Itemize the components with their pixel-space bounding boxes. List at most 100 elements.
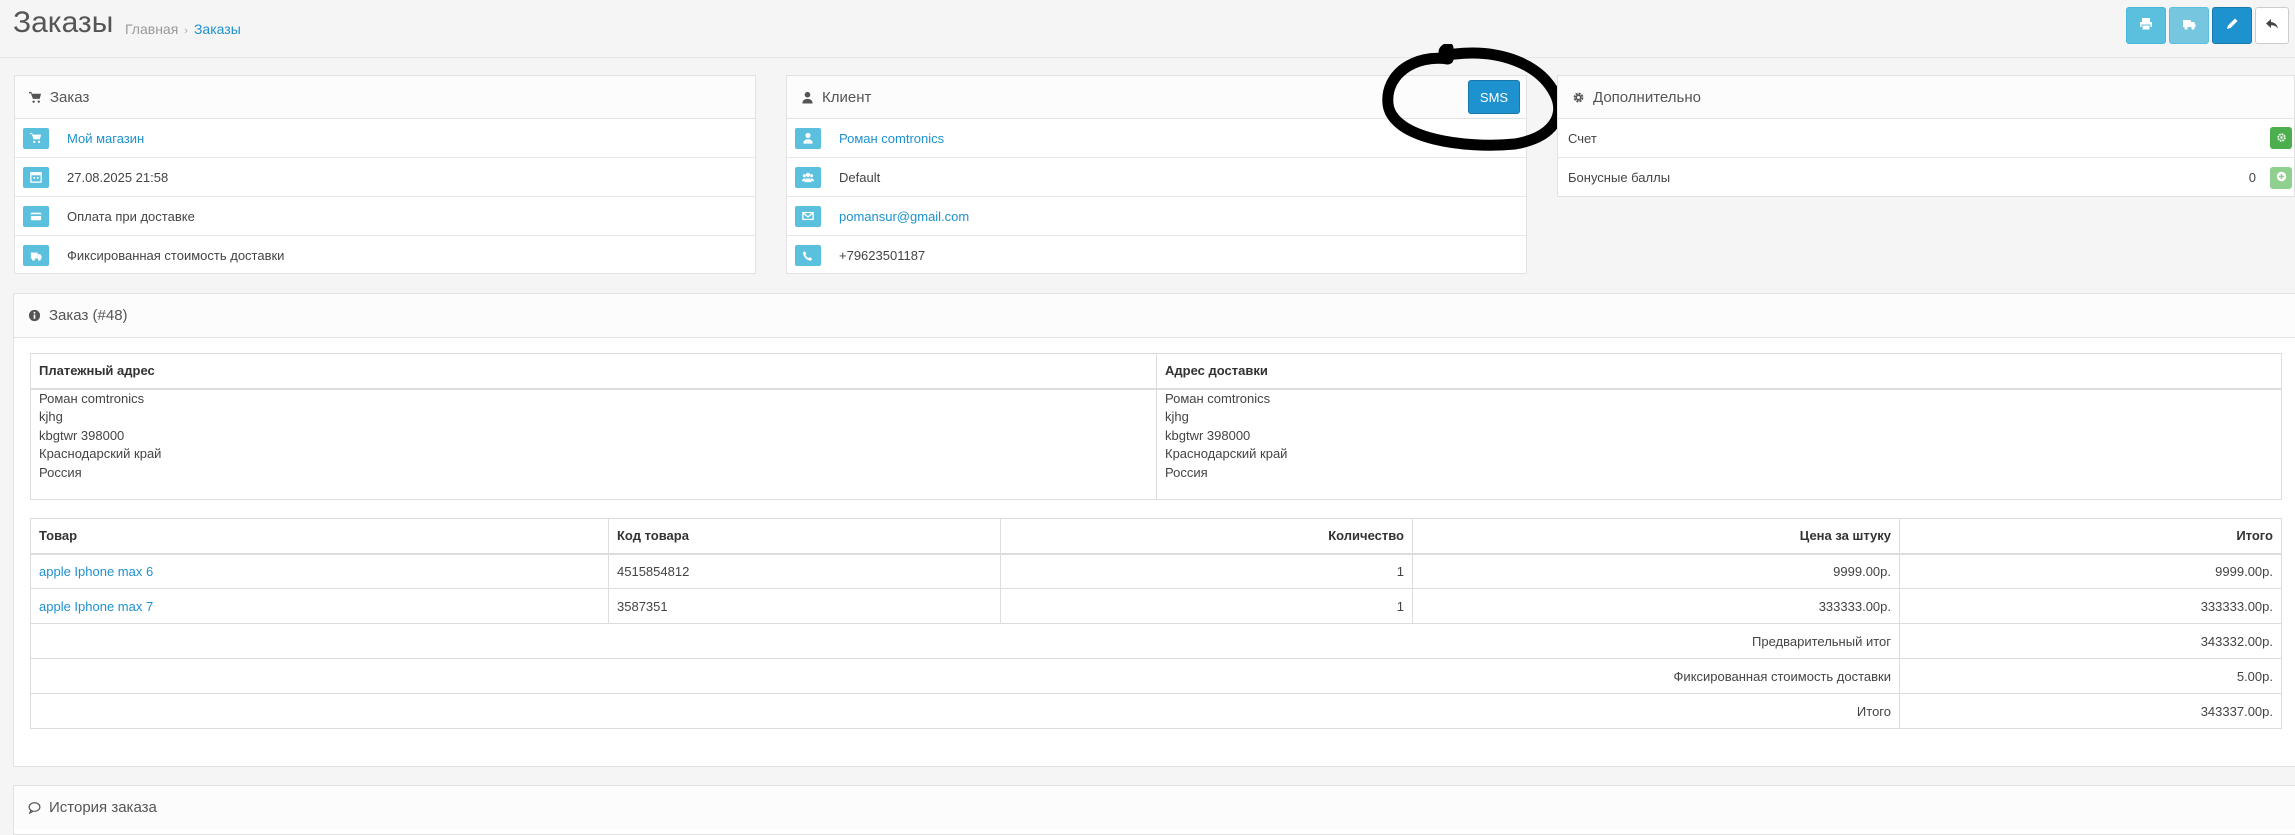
bonus-points-label: Бонусные баллы xyxy=(1568,170,1671,185)
bonus-points-value: 0 xyxy=(2248,170,2256,185)
phone-icon xyxy=(795,245,821,266)
address-line: kbgtwr 398000 xyxy=(1165,427,1251,443)
add-bonus-button[interactable] xyxy=(2270,166,2292,189)
breadcrumb-home-link[interactable]: Главная xyxy=(125,21,178,37)
totals-row-subtotal: Предварительный итог 343332.00р. xyxy=(30,623,2282,659)
sms-button[interactable]: SMS xyxy=(1468,80,1520,114)
page-title: Заказы xyxy=(13,6,114,39)
order-store-row: Мой магазин xyxy=(15,119,755,158)
print-shipping-button[interactable] xyxy=(2169,7,2209,44)
product-code: 4515854812 xyxy=(608,553,1001,589)
address-line: Краснодарский край xyxy=(39,446,162,461)
address-line: kjhg xyxy=(1165,409,1189,424)
credit-card-icon xyxy=(23,205,49,227)
address-line: Краснодарский край xyxy=(1165,446,1288,461)
shipping-address-header: Адрес доставки xyxy=(1156,353,2282,390)
order-shipping-row: Фиксированная стоимость доставки xyxy=(15,236,755,275)
product-quantity: 1 xyxy=(1000,588,1413,624)
products-table: Товар Код товара Количество Цена за штук… xyxy=(30,518,2282,729)
address-line: Россия xyxy=(1165,464,1208,480)
product-row: apple Iphone max 6 4515854812 1 9999.00р… xyxy=(30,553,2282,589)
generate-invoice-button[interactable] xyxy=(2270,127,2292,149)
payment-address-header: Платежный адрес xyxy=(30,353,1157,390)
print-icon xyxy=(2139,17,2153,34)
cart-icon xyxy=(29,91,42,104)
page-header: Заказы Главная › Заказы xyxy=(0,0,2295,58)
order-info-title: Заказ xyxy=(50,88,90,106)
order-date-row: 27.08.2025 21:58 xyxy=(15,158,755,197)
comment-icon xyxy=(28,801,41,814)
column-code: Код товара xyxy=(608,518,1001,555)
totals-label: Фиксированная стоимость доставки xyxy=(30,658,1900,694)
back-button[interactable] xyxy=(2255,7,2289,44)
customer-title: Клиент xyxy=(822,88,872,106)
address-line: kjhg xyxy=(39,409,63,424)
customer-group-row: Default xyxy=(787,158,1526,197)
order-payment-row: Оплата при доставке xyxy=(15,197,755,236)
totals-row-grand-total: Итого 343337.00р. xyxy=(30,693,2282,729)
customer-phone: +79623501187 xyxy=(839,248,926,263)
payment-method: Оплата при доставке xyxy=(67,208,195,224)
product-link[interactable]: apple Iphone max 6 xyxy=(39,564,153,579)
customer-name-link[interactable]: Роман comtronics xyxy=(839,131,944,146)
order-details-heading: Заказ (#48) xyxy=(14,294,2295,338)
customer-heading: Клиент xyxy=(787,76,1526,119)
totals-label: Предварительный итог xyxy=(30,623,1900,659)
address-table: Платежный адрес Адрес доставки Роман com… xyxy=(30,353,2282,500)
gear-icon xyxy=(1572,91,1585,104)
additional-title: Дополнительно xyxy=(1593,88,1701,106)
customer-email-link[interactable]: pomansur@gmail.com xyxy=(839,209,969,224)
pencil-icon xyxy=(2225,17,2239,34)
order-history-heading: История заказа xyxy=(14,786,2295,829)
column-quantity: Количество xyxy=(1000,518,1413,555)
bonus-points-controls: 0 xyxy=(2248,166,2292,189)
print-invoice-button[interactable] xyxy=(2126,7,2166,44)
header-actions xyxy=(2126,7,2292,44)
product-total: 333333.00р. xyxy=(1899,588,2282,624)
product-link[interactable]: apple Iphone max 7 xyxy=(39,599,153,614)
product-quantity: 1 xyxy=(1000,553,1413,589)
reply-icon xyxy=(2265,17,2279,34)
breadcrumb-orders-link[interactable]: Заказы xyxy=(194,21,241,37)
edit-button[interactable] xyxy=(2212,7,2252,44)
shipping-address: Роман comtronics kjhg kbgtwr 398000 Крас… xyxy=(1156,388,2282,500)
store-link[interactable]: Мой магазин xyxy=(67,131,144,146)
bonus-points-row: Бонусные баллы 0 xyxy=(1558,158,2294,197)
truck-icon xyxy=(23,245,49,266)
envelope-icon xyxy=(795,205,821,227)
totals-value: 5.00р. xyxy=(1899,658,2282,694)
shipping-method: Фиксированная стоимость доставки xyxy=(67,248,285,263)
product-price: 9999.00р. xyxy=(1412,553,1900,589)
additional-heading: Дополнительно xyxy=(1558,76,2294,119)
plus-circle-icon xyxy=(2276,170,2287,185)
totals-value: 343332.00р. xyxy=(1899,623,2282,659)
column-product: Товар xyxy=(30,518,609,555)
order-date: 27.08.2025 21:58 xyxy=(67,169,169,185)
calendar-icon xyxy=(23,166,49,188)
product-row: apple Iphone max 7 3587351 1 333333.00р.… xyxy=(30,588,2282,624)
totals-row-shipping: Фиксированная стоимость доставки 5.00р. xyxy=(30,658,2282,694)
product-code: 3587351 xyxy=(608,588,1001,624)
invoice-label: Счет xyxy=(1568,130,1597,146)
address-line: Роман comtronics xyxy=(1165,390,1271,406)
cog-icon xyxy=(2276,131,2287,146)
breadcrumb: Главная › Заказы xyxy=(125,21,241,37)
user-icon xyxy=(795,127,821,149)
order-history-panel: История заказа xyxy=(13,785,2295,835)
order-info-heading: Заказ xyxy=(15,76,755,119)
column-total: Итого xyxy=(1899,518,2282,555)
additional-panel: Дополнительно Счет Бонусные баллы 0 xyxy=(1557,75,2295,197)
address-line: Роман comtronics xyxy=(39,390,145,406)
payment-address: Роман comtronics kjhg kbgtwr 398000 Крас… xyxy=(30,388,1157,500)
order-history-title: История заказа xyxy=(49,799,157,816)
users-group-icon xyxy=(795,166,821,188)
address-line: kbgtwr 398000 xyxy=(39,427,125,443)
breadcrumb-separator: › xyxy=(184,25,188,37)
address-line: Россия xyxy=(39,464,82,480)
info-circle-icon xyxy=(28,309,41,322)
customer-panel: Клиент Роман comtronics Default pomansur… xyxy=(786,75,1527,274)
customer-phone-row: +79623501187 xyxy=(787,236,1526,275)
product-price: 333333.00р. xyxy=(1412,588,1900,624)
customer-name-row: Роман comtronics xyxy=(787,119,1526,158)
totals-value: 343337.00р. xyxy=(1899,693,2282,729)
